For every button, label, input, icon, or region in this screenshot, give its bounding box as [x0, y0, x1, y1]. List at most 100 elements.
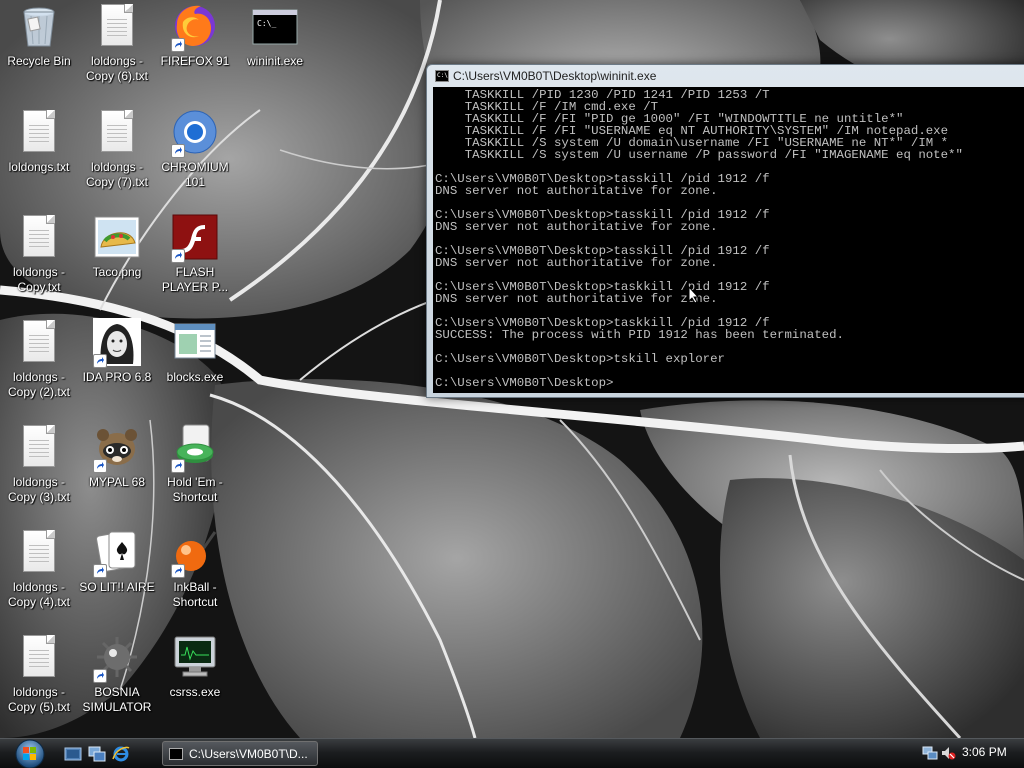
taskbar-button-label: C:\Users\VM0B0T\D...	[189, 746, 308, 761]
desktop-icon-mypal[interactable]: MYPAL 68	[78, 421, 156, 525]
quick-launch-internet-explorer[interactable]	[112, 745, 130, 763]
text-file-icon	[15, 213, 63, 261]
console-line: C:\Users\VM0B0T\Desktop>tskill explorer	[435, 352, 725, 366]
svg-text:C:\_: C:\_	[257, 19, 276, 28]
desktop-icon-solitaire[interactable]: SO LIT!! AIRE	[78, 526, 156, 630]
chromium-icon	[171, 108, 219, 158]
internet-explorer-icon	[112, 746, 130, 762]
minesweeper-icon	[93, 633, 141, 683]
desktop-icon-loldongs-copy-4[interactable]: loldongs - Copy (4).txt	[0, 526, 78, 630]
console-line: SUCCESS: The process with PID 1912 has b…	[435, 328, 844, 342]
cmd-window[interactable]: C:\ C:\Users\VM0B0T\Desktop\wininit.exe …	[426, 64, 1024, 398]
taskbar-button-cmd[interactable]: C:\Users\VM0B0T\D...	[162, 741, 318, 766]
desktop-icon-wininit-exe[interactable]: C:\_ wininit.exe	[236, 0, 314, 104]
icon-label: CHROMIUM 101	[161, 160, 229, 189]
icon-label: Recycle Bin	[7, 54, 71, 68]
recycle-bin-icon	[15, 2, 63, 50]
desktop-icon-loldongs-txt[interactable]: loldongs.txt	[0, 106, 78, 210]
desktop-icon-firefox[interactable]: FIREFOX 91	[156, 0, 234, 104]
console-line: DNS server not authoritative for zone.	[435, 220, 718, 234]
icon-label: SO LIT!! AIRE	[79, 580, 155, 594]
icon-label: Taco.png	[92, 265, 142, 279]
shortcut-arrow-icon	[171, 38, 185, 52]
desktop-icon-inkball[interactable]: InkBall - Shortcut	[156, 526, 234, 630]
text-file-icon	[15, 528, 63, 576]
shortcut-arrow-icon	[93, 564, 107, 578]
show-desktop-icon	[64, 747, 82, 761]
desktop-icon-loldongs-copy-6[interactable]: loldongs - Copy (6).txt	[78, 0, 156, 104]
console-line: DNS server not authoritative for zone.	[435, 292, 718, 306]
icon-label: loldongs - Copy (4).txt	[7, 580, 70, 609]
shortcut-arrow-icon	[93, 354, 107, 368]
firefox-icon	[171, 2, 219, 52]
flash-icon	[171, 213, 219, 263]
desktop-icon-hold-em[interactable]: Hold 'Em - Shortcut	[156, 421, 234, 525]
desktop-icon-loldongs-copy-7[interactable]: loldongs - Copy (7).txt	[78, 106, 156, 210]
desktop-icon-ida-pro[interactable]: IDA PRO 6.8	[78, 316, 156, 420]
text-file-icon	[15, 423, 63, 471]
icon-label: IDA PRO 6.8	[82, 370, 152, 384]
start-button[interactable]	[8, 739, 52, 768]
switch-windows-icon	[88, 746, 106, 762]
console-icon	[169, 747, 183, 760]
desktop-icon-csrss-exe[interactable]: csrss.exe	[156, 631, 234, 735]
text-file-icon	[15, 108, 63, 156]
shortcut-arrow-icon	[171, 564, 185, 578]
icon-label: csrss.exe	[169, 685, 221, 699]
volume-muted-icon[interactable]	[940, 745, 956, 761]
icon-label: FLASH PLAYER P...	[161, 265, 229, 294]
taskbar	[0, 738, 1024, 768]
text-file-icon	[93, 108, 141, 156]
desktop-icon-loldongs-copy-txt[interactable]: loldongs - Copy.txt	[0, 211, 78, 315]
console-output[interactable]: TASKKILL /PID 1230 /PID 1241 /PID 1253 /…	[433, 87, 1024, 393]
desktop-icon-loldongs-copy-2[interactable]: loldongs - Copy (2).txt	[0, 316, 78, 420]
windows-start-orb-icon	[15, 739, 45, 768]
icon-label: loldongs - Copy (6).txt	[85, 54, 148, 83]
window-title: C:\Users\VM0B0T\Desktop\wininit.exe	[453, 69, 657, 83]
icon-label: loldongs - Copy (7).txt	[85, 160, 148, 189]
icon-label: Hold 'Em - Shortcut	[167, 475, 223, 504]
desktop-icon-bosnia-simulator[interactable]: BOSNIA SIMULATOR	[78, 631, 156, 735]
app-window-icon	[171, 318, 219, 366]
quick-launch-show-desktop[interactable]	[64, 745, 82, 763]
icon-label: loldongs.txt	[8, 160, 70, 174]
poker-chip-icon	[171, 423, 219, 473]
icon-label: MYPAL 68	[88, 475, 146, 489]
network-icon[interactable]	[922, 745, 938, 761]
desktop-icon-chromium[interactable]: CHROMIUM 101	[156, 106, 234, 210]
icon-label: FIREFOX 91	[160, 54, 230, 68]
console-icon: C:\_	[251, 2, 299, 50]
desktop-icon-taco-png[interactable]: Taco.png	[78, 211, 156, 315]
desktop-icon-flash-player[interactable]: FLASH PLAYER P...	[156, 211, 234, 315]
icon-label: loldongs - Copy (2).txt	[7, 370, 70, 399]
text-file-icon	[15, 633, 63, 681]
icon-label: blocks.exe	[166, 370, 224, 384]
console-line: TASKKILL /S system /U username /P passwo…	[435, 148, 963, 162]
mypal-icon	[93, 423, 141, 473]
icon-label: loldongs - Copy.txt	[12, 265, 66, 294]
icon-label: InkBall - Shortcut	[172, 580, 218, 609]
window-titlebar[interactable]: C:\ C:\Users\VM0B0T\Desktop\wininit.exe	[427, 65, 1024, 87]
quick-launch-switch-windows[interactable]	[88, 745, 106, 763]
desktop-icon-loldongs-copy-5[interactable]: loldongs - Copy (5).txt	[0, 631, 78, 735]
text-file-icon	[93, 2, 141, 50]
icon-label: BOSNIA SIMULATOR	[82, 685, 152, 714]
image-icon	[93, 213, 141, 261]
console-line: DNS server not authoritative for zone.	[435, 256, 718, 270]
monitor-icon	[171, 633, 219, 681]
desktop-icon-blocks-exe[interactable]: blocks.exe	[156, 316, 234, 420]
taskbar-clock[interactable]: 3:06 PM	[962, 745, 1007, 759]
inkball-icon	[171, 528, 219, 578]
mouse-pointer-icon	[688, 286, 700, 304]
desktop-icon-recycle-bin[interactable]: Recycle Bin	[0, 0, 78, 104]
shortcut-arrow-icon	[93, 669, 107, 683]
shortcut-arrow-icon	[171, 144, 185, 158]
solitaire-icon	[93, 528, 141, 578]
desktop-icon-loldongs-copy-3[interactable]: loldongs - Copy (3).txt	[0, 421, 78, 525]
ida-icon	[93, 318, 141, 368]
console-icon: C:\	[435, 70, 449, 82]
console-line: C:\Users\VM0B0T\Desktop>	[435, 376, 614, 390]
text-file-icon	[15, 318, 63, 366]
shortcut-arrow-icon	[171, 459, 185, 473]
shortcut-arrow-icon	[171, 249, 185, 263]
